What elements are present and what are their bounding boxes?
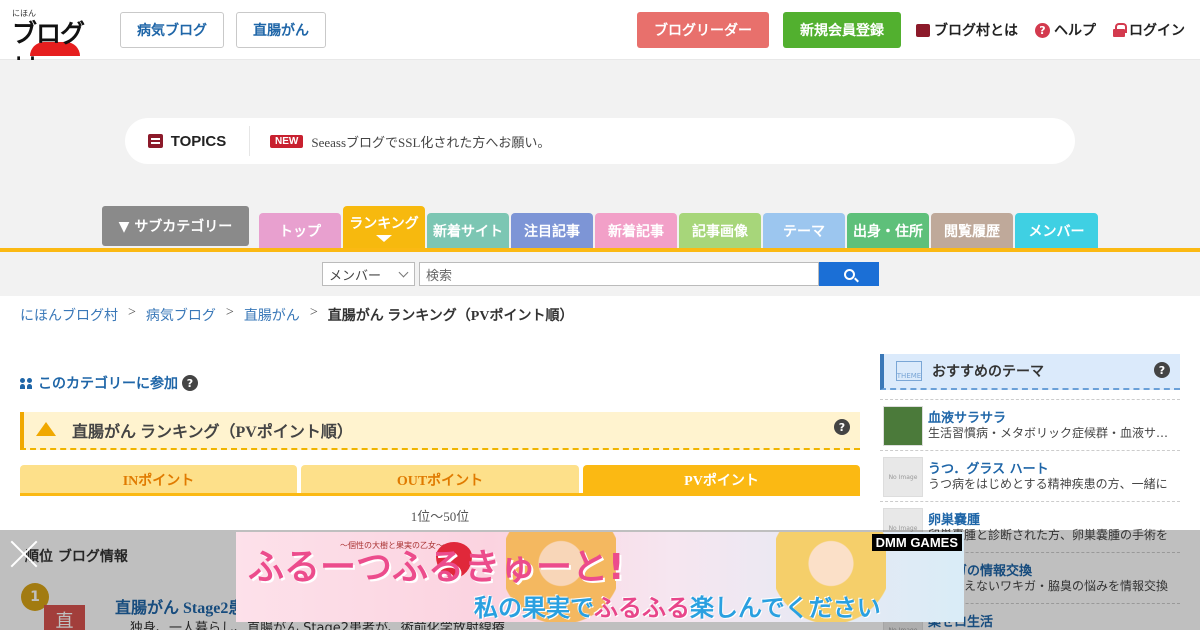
search-scope-select[interactable]: メンバー [322,262,415,286]
breadcrumb-separator: > [225,305,234,320]
nav-button-disease-blog[interactable]: 病気ブログ [120,12,224,48]
breadcrumb-separator: > [309,305,318,320]
tab-hometown[interactable]: 出身・住所 [847,213,929,248]
recommended-themes-title: おすすめのテーマ [932,364,1044,380]
theme-image[interactable] [883,406,923,446]
theme-item[interactable]: No Image うつ．グラス ハート うつ病をはじめとする精神疾患の方、一緒に [880,451,1180,502]
ranking-title: 直腸がん ランキング（PVポイント順） [72,424,353,441]
tab-history[interactable]: 閲覧履歴 [931,213,1013,248]
breadcrumb-disease-blog[interactable]: 病気ブログ [146,305,216,325]
new-badge: NEW [270,134,304,148]
breadcrumb-home[interactable]: にほんブログ村 [20,305,118,325]
topics-icon [147,134,163,148]
tab-featured-posts[interactable]: 注目記事 [511,213,593,248]
ad-tagline-part: 私の果実で [474,594,594,622]
search-scope-value: メンバー [329,268,382,284]
ad-tagline-part: ふるふる [594,594,690,622]
tab-ranking-label: ランキング [349,215,419,232]
topics-link[interactable]: SeeassブログでSSL化された方へお願い。 [311,132,550,151]
blog-reader-button[interactable]: ブログリーダー [637,12,769,48]
rank-range: 1位〜50位 [410,509,470,524]
tab-top[interactable]: トップ [259,213,341,248]
ad-brand-logo: DMM GAMES [871,534,962,551]
question-icon[interactable]: ? [834,419,850,435]
theme-desc: うつ病をはじめとする精神疾患の方、一緒に [928,477,1168,491]
subcategory-button[interactable]: ▼ サブカテゴリー [102,206,249,246]
theme-icon: THEME [896,361,922,381]
site-logo[interactable]: にほん ブログ村 [12,8,106,84]
help-icon: ? [1035,22,1050,38]
topics-label: TOPICS [125,126,250,156]
join-category-label: このカテゴリーに参加 [38,376,178,392]
tab-in-points[interactable]: INポイント [20,465,297,494]
search-button[interactable] [819,262,879,286]
active-tab-caret-icon [376,234,392,242]
breadcrumb-rectal-cancer[interactable]: 直腸がん [244,305,300,325]
no-image-icon[interactable]: No Image [883,457,923,497]
topics-bar: TOPICS NEW SeeassブログでSSL化された方へお願い。 [125,118,1075,164]
question-icon[interactable]: ? [182,375,198,391]
about-link-label: ブログ村とは [934,23,1018,39]
signup-button[interactable]: 新規会員登録 [783,12,901,48]
ad-tagline-part: 楽しんでください [690,594,881,622]
about-link[interactable]: ブログ村とは [916,20,1018,40]
people-icon [20,377,34,389]
search-input[interactable]: 検索 [419,262,819,286]
breadcrumb-current: 直腸がん ランキング（PVポイント順） [327,309,574,324]
tab-out-points[interactable]: OUTポイント [301,465,579,494]
tab-pv-points[interactable]: PVポイント [583,465,860,494]
ranking-header: 直腸がん ランキング（PVポイント順） ? [20,412,860,450]
tab-new-sites[interactable]: 新着サイト [427,213,509,248]
ad-subtitle: 〜個性の大樹と果実の乙女〜 [340,541,444,550]
close-icon[interactable] [8,538,40,570]
point-tabs-underline [20,493,860,496]
tab-new-posts[interactable]: 新着記事 [595,213,677,248]
chevron-down-icon [398,267,409,278]
ad-tagline: 私の果実でふるふる楽しんでください [474,588,881,622]
join-category-link[interactable]: このカテゴリーに参加 ? [20,373,198,393]
sidebar-spacer [880,390,1180,400]
crown-icon [36,422,56,438]
tab-ranking[interactable]: ランキング [343,206,425,248]
login-link-label: ログイン [1129,23,1185,39]
help-link[interactable]: ? ヘルプ [1035,20,1096,40]
help-link-label: ヘルプ [1054,23,1096,39]
site-header: にほん ブログ村 病気ブログ 直腸がん ブログリーダー 新規会員登録 ブログ村と… [0,0,1200,84]
lock-icon [1113,23,1127,37]
tab-members[interactable]: メンバー [1015,213,1098,248]
tab-themes[interactable]: テーマ [763,213,845,248]
question-icon[interactable]: ? [1154,362,1170,378]
theme-item[interactable]: 血液サラサラ 生活習慣病・メタボリック症候群・血液サラサラ [880,400,1180,451]
ad-banner[interactable]: ふるーつふるきゅーと! 〜個性の大樹と果実の乙女〜 私の果実でふるふる楽しんでく… [236,532,964,622]
chat-icon [916,23,930,37]
breadcrumb-separator: > [128,305,136,320]
breadcrumb: にほんブログ村 > 病気ブログ > 直腸がん > 直腸がん ランキング（PVポイ… [20,305,573,325]
theme-desc: 生活習慣病・メタボリック症候群・血液サラサラ [928,426,1178,440]
login-link[interactable]: ログイン [1113,20,1185,40]
search-icon [843,268,855,280]
nav-button-rectal-cancer[interactable]: 直腸がん [236,12,326,48]
tab-post-images[interactable]: 記事画像 [679,213,761,248]
recommended-themes-header: THEME おすすめのテーマ ? [880,354,1180,390]
topics-label-text: TOPICS [170,132,227,150]
